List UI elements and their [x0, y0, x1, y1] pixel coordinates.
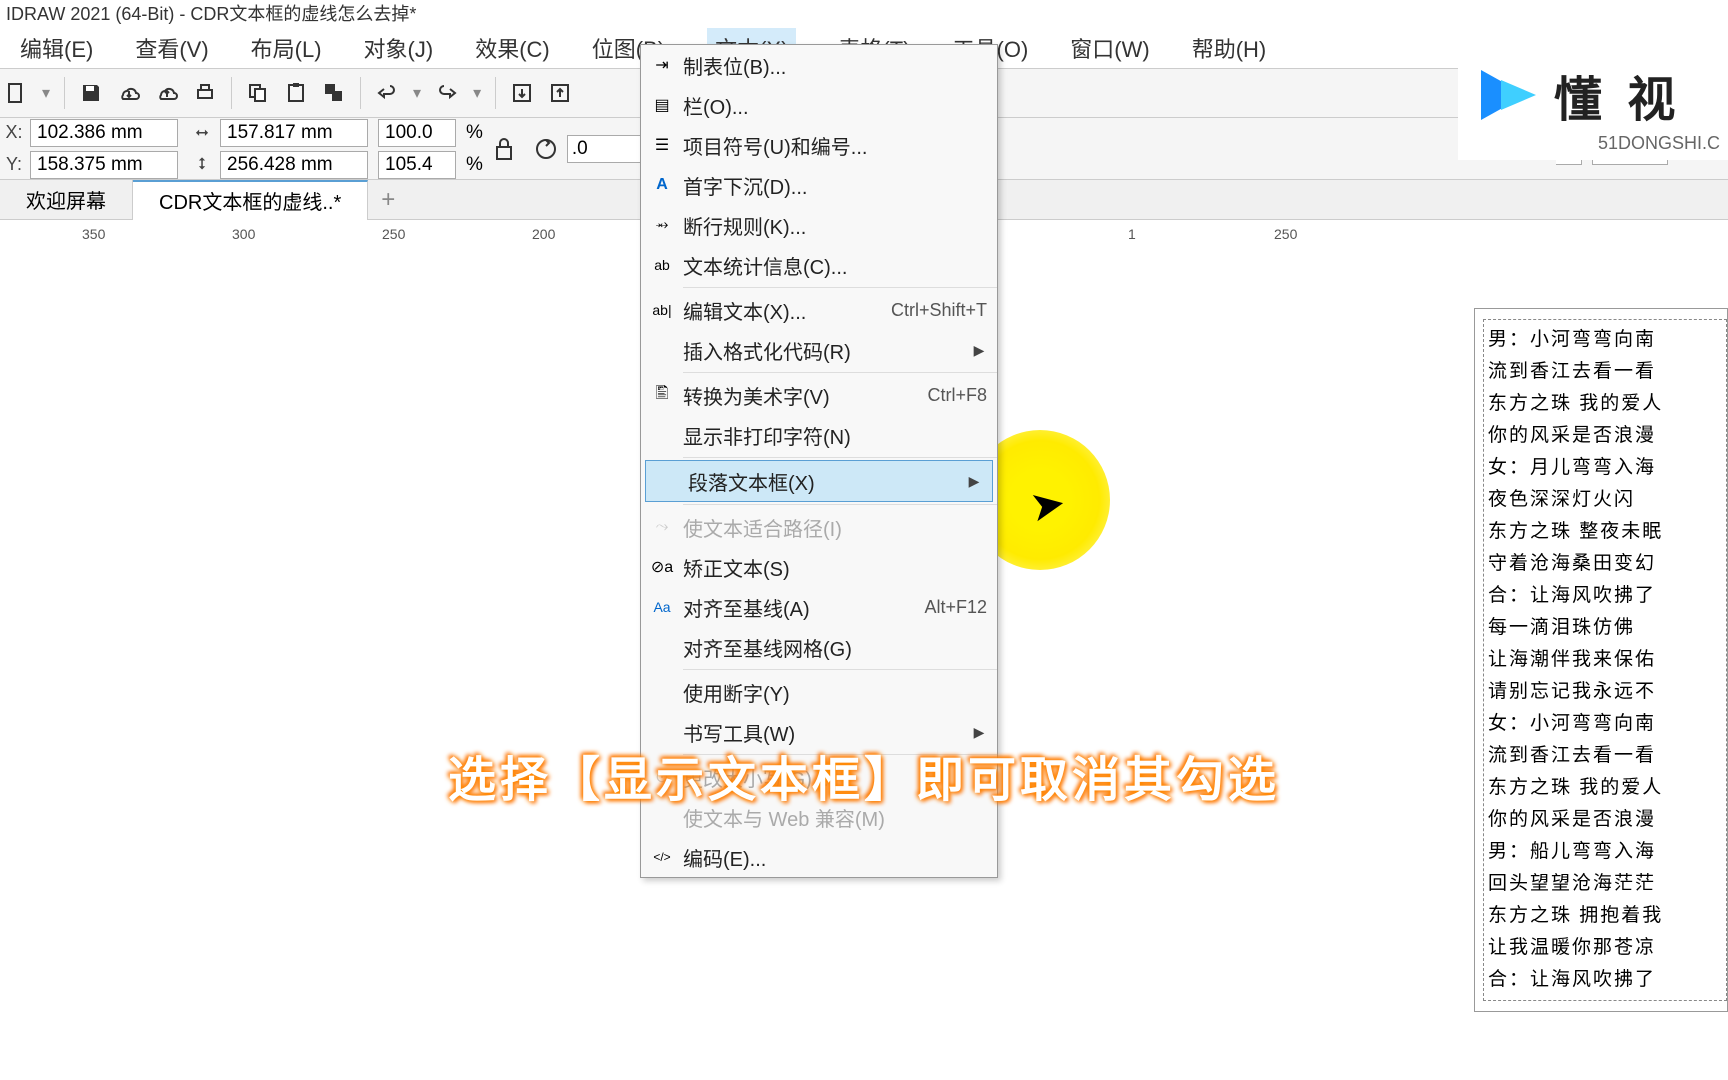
x-input[interactable]: [30, 119, 178, 147]
menu-baseline[interactable]: Aa对齐至基线(A)Alt+F12: [641, 587, 997, 627]
cloud-up-icon[interactable]: [155, 81, 179, 105]
menu-insfmt[interactable]: 插入格式化代码(R)▶: [641, 330, 997, 370]
tab-document[interactable]: CDR文本框的虚线..*: [133, 180, 368, 220]
paragraph-text-frame[interactable]: 男：小河弯弯向南流到香江去看一看东方之珠 我的爱人你的风采是否浪漫女：月儿弯弯入…: [1483, 319, 1727, 1001]
video-subtitle: 选择【显示文本框】即可取消其勾选: [448, 740, 1280, 810]
y-input[interactable]: [30, 151, 178, 179]
tabstop-icon: ⇥: [641, 55, 683, 75]
menu-edittext[interactable]: ab|编辑文本(X)...Ctrl+Shift+T: [641, 290, 997, 330]
break-icon: ⥇: [641, 216, 683, 234]
rotate-icon: [533, 136, 559, 162]
window-title: IDRAW 2021 (64-Bit) - CDR文本框的虚线怎么去掉*: [0, 0, 1728, 28]
convert-icon: 🖺: [641, 382, 683, 409]
scalex-input[interactable]: [378, 119, 456, 147]
edittext-icon: ab|: [641, 302, 683, 318]
x-label: X:: [4, 122, 24, 143]
logo-url: 51DONGSHI.C: [1598, 133, 1720, 154]
lock-icon[interactable]: [493, 135, 515, 163]
menu-window[interactable]: 窗口(W): [1070, 32, 1149, 64]
width-icon: ⭤: [190, 124, 214, 142]
menu-fitpath: ⤳使文本适合路径(I): [641, 507, 997, 547]
menu-break[interactable]: ⥇断行规则(K)...: [641, 205, 997, 245]
menu-edit[interactable]: 编辑(E): [20, 32, 93, 64]
undo-icon[interactable]: [375, 81, 399, 105]
menu-layout[interactable]: 布局(L): [251, 32, 322, 64]
save-icon[interactable]: [79, 81, 103, 105]
export-icon[interactable]: [548, 81, 572, 105]
rotation-input[interactable]: [567, 135, 647, 163]
tab-welcome[interactable]: 欢迎屏幕: [0, 180, 133, 220]
menu-encode[interactable]: </>编码(E)...: [641, 837, 997, 877]
bullet-icon: ☰: [641, 135, 683, 155]
menu-help[interactable]: 帮助(H): [1192, 32, 1267, 64]
menu-column[interactable]: ▤栏(O)...: [641, 85, 997, 125]
baseline-icon: Aa: [641, 599, 683, 615]
watermark-logo: 懂 视 51DONGSHI.C: [1458, 30, 1728, 160]
paste-icon[interactable]: [284, 81, 308, 105]
menu-straighten[interactable]: ⊘a矫正文本(S): [641, 547, 997, 587]
straighten-icon: ⊘a: [641, 557, 683, 577]
menu-paraframe[interactable]: 段落文本框(X)▶: [645, 460, 993, 502]
stats-icon: ab: [641, 257, 683, 273]
logo-icon: [1466, 55, 1546, 135]
new-icon[interactable]: [4, 81, 28, 105]
tab-add-button[interactable]: +: [368, 186, 408, 214]
import-icon[interactable]: [510, 81, 534, 105]
scaley-input[interactable]: [378, 151, 456, 179]
menu-effect[interactable]: 效果(C): [475, 32, 550, 64]
menu-view[interactable]: 查看(V): [135, 32, 208, 64]
page-frame: 男：小河弯弯向南流到香江去看一看东方之珠 我的爱人你的风采是否浪漫女：月儿弯弯入…: [1474, 308, 1728, 1012]
y-label: Y:: [4, 154, 24, 175]
menu-object[interactable]: 对象(J): [364, 32, 434, 64]
menu-basegrid[interactable]: 对齐至基线网格(G): [641, 627, 997, 667]
duplicate-icon[interactable]: [322, 81, 346, 105]
logo-text: 懂 视: [1554, 60, 1681, 130]
copy-icon[interactable]: [246, 81, 270, 105]
menu-tabstop[interactable]: ⇥制表位(B)...: [641, 45, 997, 85]
redo-icon[interactable]: [435, 81, 459, 105]
width-input[interactable]: [220, 119, 368, 147]
menu-stats[interactable]: ab文本统计信息(C)...: [641, 245, 997, 285]
print-icon[interactable]: [193, 81, 217, 105]
menu-bullet[interactable]: ☰项目符号(U)和编号...: [641, 125, 997, 165]
encode-icon: </>: [641, 850, 683, 864]
fitpath-icon: ⤳: [641, 518, 683, 536]
height-icon: ⭥: [190, 156, 214, 174]
height-input[interactable]: [220, 151, 368, 179]
cloud-down-icon[interactable]: [117, 81, 141, 105]
menu-hyphen[interactable]: 使用断字(Y): [641, 672, 997, 712]
menu-nonprint[interactable]: 显示非打印字符(N): [641, 415, 997, 455]
menu-dropcap[interactable]: A首字下沉(D)...: [641, 165, 997, 205]
column-icon: ▤: [641, 95, 683, 115]
dropcap-icon: A: [641, 176, 683, 194]
menu-toart[interactable]: 🖺转换为美术字(V)Ctrl+F8: [641, 375, 997, 415]
